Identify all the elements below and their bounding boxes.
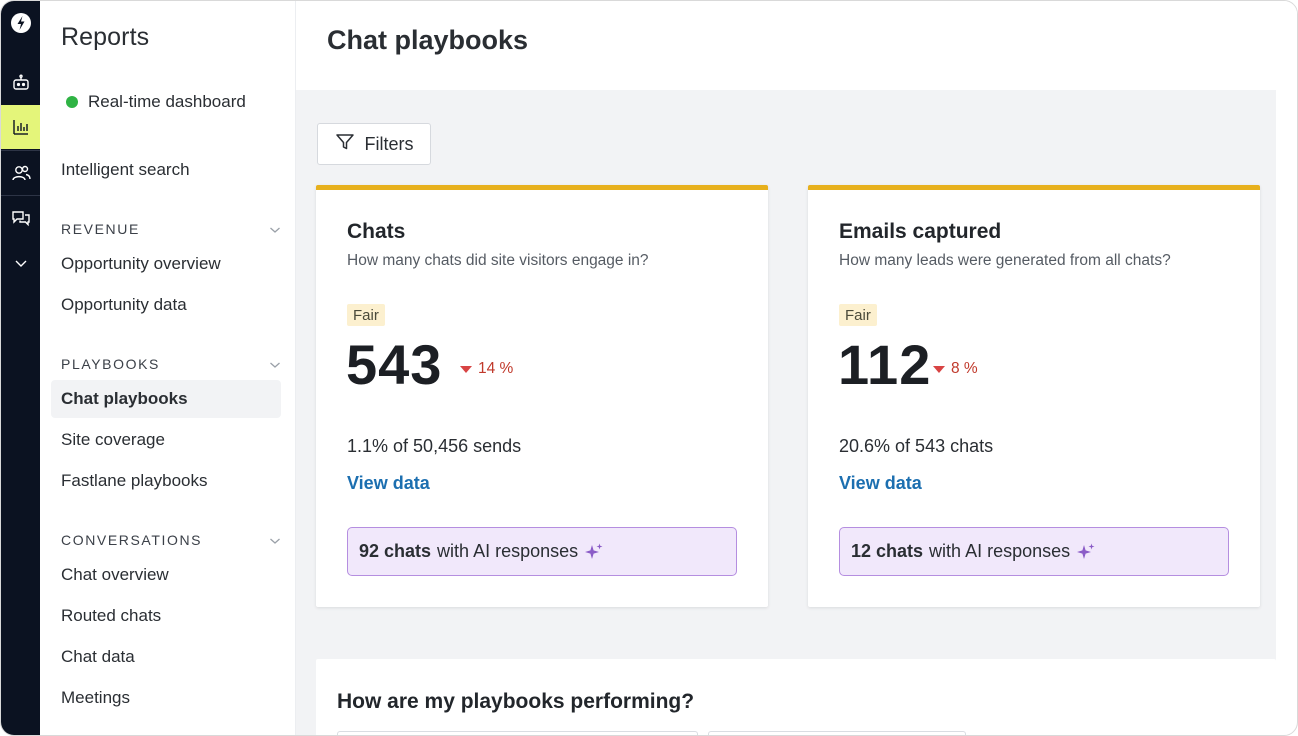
- metric-card-chats: Chats How many chats did site visitors e…: [316, 185, 768, 607]
- delta-value: 8 %: [951, 360, 978, 377]
- reports-sidebar: Reports Real-time dashboard Intelligent …: [40, 1, 296, 735]
- ai-chat-count: 92 chats: [359, 541, 432, 561]
- sidebar-item-fastlane-playbooks[interactable]: Fastlane playbooks: [51, 462, 281, 500]
- ai-responses-box[interactable]: 92 chats with AI responses: [347, 527, 737, 576]
- section-label: REVENUE: [61, 221, 140, 237]
- chevron-down-icon[interactable]: [1, 241, 40, 285]
- sidebar-item-site-coverage[interactable]: Site coverage: [51, 421, 281, 459]
- sidebar-item-chat-data[interactable]: Chat data: [51, 638, 281, 676]
- sidebar-item-intelligent-search[interactable]: Intelligent search: [51, 151, 281, 189]
- section-label: PLAYBOOKS: [61, 356, 160, 372]
- metric-ratio: 20.6% of 543 chats: [839, 436, 994, 456]
- triangle-down-icon: [933, 365, 945, 373]
- chevron-down-icon: [269, 532, 281, 548]
- triangle-down-icon: [460, 365, 472, 373]
- filters-label: Filters: [364, 133, 414, 154]
- section-header-playbooks[interactable]: PLAYBOOKS: [61, 354, 281, 374]
- sidebar-item-meetings[interactable]: Meetings: [51, 679, 281, 717]
- sidebar-item-label: Chat playbooks: [61, 389, 188, 408]
- metric-value: 112: [838, 333, 932, 396]
- sidebar-item-realtime-dashboard[interactable]: Real-time dashboard: [51, 83, 281, 121]
- sidebar-item-chat-overview[interactable]: Chat overview: [51, 556, 281, 594]
- metric-delta: 8 %: [933, 360, 978, 378]
- people-icon[interactable]: [1, 151, 40, 195]
- view-data-link[interactable]: View data: [839, 473, 922, 494]
- sidebar-item-label: Intelligent search: [61, 160, 190, 179]
- ai-chat-count: 12 chats: [851, 541, 924, 561]
- metric-delta: 14 %: [460, 360, 513, 378]
- live-status-dot: [66, 96, 78, 108]
- main-content: Filters Chats How many chats did site vi…: [296, 90, 1276, 735]
- filters-button[interactable]: Filters: [317, 123, 431, 165]
- card-subtitle: How many chats did site visitors engage …: [347, 252, 649, 269]
- sparkle-icon: [1076, 542, 1096, 562]
- sidebar-item-label: Routed chats: [61, 606, 162, 625]
- section-header-revenue[interactable]: REVENUE: [61, 219, 281, 239]
- logo-icon[interactable]: [1, 1, 40, 45]
- sidebar-item-label: Fastlane playbooks: [61, 471, 208, 490]
- page-title: Chat playbooks: [327, 25, 529, 55]
- sidebar-item-opportunity-overview[interactable]: Opportunity overview: [51, 245, 281, 283]
- card-title: Emails captured: [839, 220, 1002, 243]
- rating-badge: Fair: [347, 304, 385, 326]
- bar-chart-icon[interactable]: [1, 105, 40, 149]
- chevron-down-icon: [269, 221, 281, 237]
- sidebar-item-label: Site coverage: [61, 430, 165, 449]
- icon-rail: [1, 1, 40, 735]
- playbooks-performance-panel: How are my playbooks performing?: [316, 659, 1276, 735]
- robot-icon[interactable]: [1, 61, 40, 105]
- card-subtitle: How many leads were generated from all c…: [839, 252, 1171, 269]
- delta-value: 14 %: [478, 360, 514, 377]
- sidebar-item-chat-playbooks[interactable]: Chat playbooks: [51, 380, 281, 418]
- performance-tab[interactable]: [708, 731, 966, 735]
- ai-responses-text: with AI responses: [929, 541, 1071, 561]
- metric-ratio: 1.1% of 50,456 sends: [347, 436, 522, 456]
- sidebar-item-opportunity-data[interactable]: Opportunity data: [51, 286, 281, 324]
- ai-responses-box[interactable]: 12 chats with AI responses: [839, 527, 1229, 576]
- rating-badge: Fair: [839, 304, 877, 326]
- sidebar-item-label: Chat overview: [61, 565, 169, 584]
- ai-responses-text: with AI responses: [437, 541, 579, 561]
- sidebar-item-routed-chats[interactable]: Routed chats: [51, 597, 281, 635]
- sidebar-item-label: Opportunity overview: [61, 254, 221, 273]
- filter-icon: [335, 133, 355, 156]
- main-header: Chat playbooks: [296, 1, 1297, 90]
- sidebar-item-label: Meetings: [61, 688, 130, 707]
- sidebar-item-label: Opportunity data: [61, 295, 187, 314]
- sidebar-title: Reports: [61, 23, 150, 51]
- section-title: How are my playbooks performing?: [337, 690, 695, 713]
- sidebar-item-label: Real-time dashboard: [88, 92, 246, 111]
- chevron-down-icon: [269, 356, 281, 372]
- app-window: Reports Real-time dashboard Intelligent …: [0, 0, 1298, 736]
- sidebar-item-label: Chat data: [61, 647, 135, 666]
- card-title: Chats: [347, 220, 406, 243]
- metric-card-emails-captured: Emails captured How many leads were gene…: [808, 185, 1260, 607]
- chat-bubbles-icon[interactable]: [1, 196, 40, 240]
- section-label: CONVERSATIONS: [61, 532, 203, 548]
- metric-value: 543: [346, 333, 443, 396]
- view-data-link[interactable]: View data: [347, 473, 430, 494]
- performance-tab[interactable]: [337, 731, 698, 735]
- section-header-conversations[interactable]: CONVERSATIONS: [61, 530, 281, 550]
- sparkle-icon: [584, 542, 604, 562]
